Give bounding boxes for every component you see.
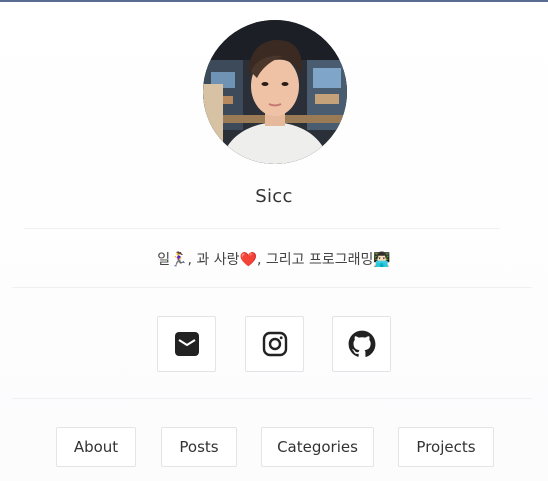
nav-categories-button[interactable]: Categories (261, 427, 374, 467)
divider (24, 228, 500, 229)
nav-posts-button[interactable]: Posts (161, 427, 237, 467)
divider (12, 287, 532, 288)
email-button[interactable] (157, 316, 216, 372)
profile-bio: 일🏃‍♀️, 과 사랑❤️, 그리고 프로그래밍👨🏻‍💻 (157, 252, 391, 268)
divider (12, 398, 532, 399)
instagram-button[interactable] (245, 316, 304, 372)
nav-about-button[interactable]: About (56, 427, 136, 467)
github-icon (348, 330, 375, 357)
github-button[interactable] (332, 316, 391, 372)
profile-card: Sicc 일🏃‍♀️, 과 사랑❤️, 그리고 프로그래밍👨🏻‍💻 About … (0, 2, 548, 481)
avatar-photo (203, 20, 347, 164)
avatar (203, 20, 347, 164)
profile-name: Sicc (255, 186, 293, 207)
instagram-icon (262, 331, 287, 357)
email-icon (174, 332, 199, 356)
nav-projects-button[interactable]: Projects (398, 427, 494, 467)
